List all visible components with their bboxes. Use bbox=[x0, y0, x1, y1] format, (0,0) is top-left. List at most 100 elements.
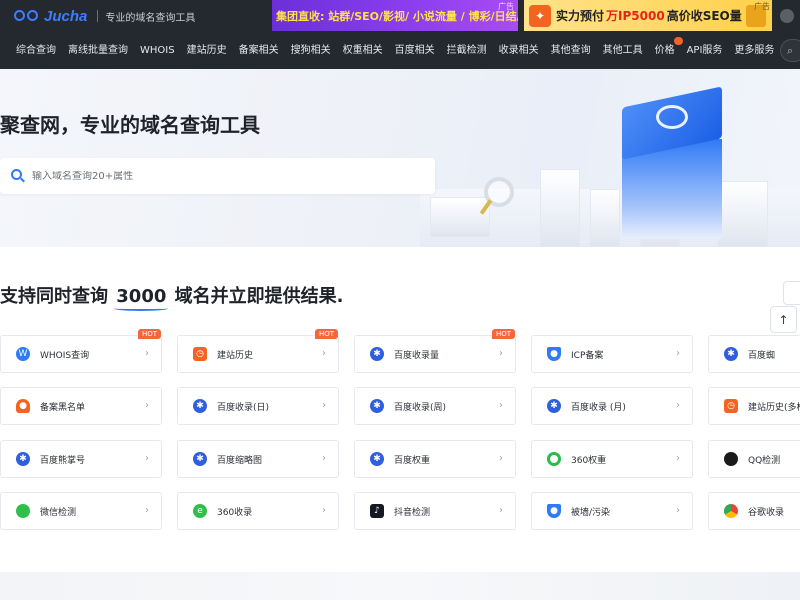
nav-item-other-tools[interactable]: 其他工具 bbox=[597, 32, 649, 69]
baidu-icon: ✱ bbox=[193, 452, 207, 466]
chevron-right-icon: › bbox=[499, 400, 503, 411]
baidu-icon: ✱ bbox=[370, 452, 384, 466]
main-nav: 综合查询 离线批量查询 WHOIS 建站历史 备案相关 搜狗相关 权重相关 百度… bbox=[0, 32, 800, 69]
tool-card-baidu-monthly[interactable]: ✱ 百度收录 (月) › bbox=[531, 387, 693, 425]
nav-item-price[interactable]: 价格 bbox=[649, 32, 683, 69]
blacklist-user-icon: ● bbox=[16, 399, 30, 413]
nav-item-batch-query[interactable]: 离线批量查询 bbox=[62, 32, 134, 69]
tool-card-whois[interactable]: W WHOIS查询 › HOT bbox=[0, 329, 162, 373]
logo[interactable]: Jucha 专业的域名查询工具 bbox=[14, 7, 195, 25]
tool-card-360-weight[interactable]: 360权重 › bbox=[531, 440, 693, 478]
tool-card-icp-blacklist[interactable]: ● 备案黑名单 › bbox=[0, 387, 162, 425]
nav-item-intercept[interactable]: 拦截检测 bbox=[441, 32, 493, 69]
logo-glyph-icon bbox=[656, 105, 688, 129]
slogan-after: 域名并立即提供结果. bbox=[168, 286, 344, 307]
tool-card-baidu-thumbnail[interactable]: ✱ 百度缩略图 › bbox=[177, 440, 339, 478]
tool-card-baidu-weight[interactable]: ✱ 百度权重 › bbox=[354, 440, 516, 478]
hero-banner: 聚查网，专业的域名查询工具 bbox=[0, 69, 800, 247]
chevron-right-icon: › bbox=[676, 348, 680, 359]
tool-card-baidu-spider[interactable]: ✱ 百度蜘 bbox=[708, 335, 800, 373]
logo-divider bbox=[97, 10, 99, 22]
tool-label: WHOIS查询 bbox=[40, 350, 90, 361]
tool-card-douyin-check[interactable]: ♪ 抖音检测 › bbox=[354, 492, 516, 530]
chevron-right-icon: › bbox=[499, 505, 503, 516]
slogan-before: 支持同时查询 bbox=[0, 286, 115, 307]
chevron-right-icon: › bbox=[676, 505, 680, 516]
tool-label: 被墙/污染 bbox=[571, 507, 611, 518]
wechat-icon bbox=[16, 504, 30, 518]
nav-item-comprehensive[interactable]: 综合查询 bbox=[10, 32, 62, 69]
tool-card-wall-check[interactable]: ● 被墙/污染 › bbox=[531, 492, 693, 530]
baidu-icon: ✱ bbox=[547, 399, 561, 413]
icp-shield-icon: ● bbox=[547, 347, 561, 361]
nav-item-api[interactable]: API服务 bbox=[681, 32, 729, 69]
domain-search-input[interactable] bbox=[32, 170, 412, 182]
tool-card-baidu-daily[interactable]: ✱ 百度收录(日) › bbox=[177, 387, 339, 425]
hot-badge: HOT bbox=[137, 329, 161, 339]
tool-card-wechat-check[interactable]: 微信检测 › bbox=[0, 492, 162, 530]
tool-label: 建站历史 bbox=[217, 350, 254, 361]
chevron-right-icon: › bbox=[676, 453, 680, 464]
nav-item-index[interactable]: 收录相关 bbox=[493, 32, 545, 69]
tool-card-history-multi[interactable]: ◷ 建站历史(多标 bbox=[708, 387, 800, 425]
logo-eyes-icon bbox=[14, 7, 40, 25]
360-search-icon: e bbox=[193, 504, 207, 518]
slogan-number: 3000 bbox=[114, 286, 169, 311]
chevron-right-icon: › bbox=[322, 400, 326, 411]
nav-search-icon[interactable]: ⌕ bbox=[780, 39, 800, 62]
nav-item-more[interactable]: 更多服务 bbox=[728, 32, 780, 69]
hot-badge: HOT bbox=[314, 329, 338, 339]
tool-label: 百度收录(日) bbox=[217, 402, 270, 413]
nav-item-icp[interactable]: 备案相关 bbox=[233, 32, 285, 69]
ad-banner-1[interactable]: 集团直收: 站群/SEO/影视/ 小说流量 / 博彩/日结/秒到账 广告 bbox=[272, 0, 518, 31]
tool-card-baidu-index[interactable]: ✱ 百度收录量 › HOT bbox=[354, 329, 516, 373]
nav-item-whois[interactable]: WHOIS bbox=[134, 32, 181, 69]
tool-label: 建站历史(多标 bbox=[748, 402, 800, 413]
scroll-top-button[interactable]: ↑ bbox=[770, 306, 797, 333]
tool-card-qq-check[interactable]: QQ检测 bbox=[708, 440, 800, 478]
tool-card-icp[interactable]: ● ICP备案 › bbox=[531, 335, 693, 373]
nav-item-baidu[interactable]: 百度相关 bbox=[389, 32, 441, 69]
tool-label: 百度蜘 bbox=[748, 350, 776, 361]
nav-item-other-query[interactable]: 其他查询 bbox=[545, 32, 597, 69]
search-icon bbox=[11, 169, 25, 183]
qq-icon bbox=[724, 452, 738, 466]
brand-name: Jucha bbox=[44, 7, 88, 25]
tool-card-google-index[interactable]: 谷歌收录 bbox=[708, 492, 800, 530]
side-float-tab[interactable] bbox=[783, 281, 800, 305]
whois-icon: W bbox=[16, 347, 30, 361]
tool-label: ICP备案 bbox=[571, 350, 604, 361]
ad-banner-2[interactable]: ✦ 实力预付 万IP5000 高价收SEO量 广告 bbox=[524, 0, 772, 31]
hot-badge: HOT bbox=[491, 329, 515, 339]
footer-strip bbox=[0, 572, 800, 600]
arrow-up-icon: ↑ bbox=[778, 312, 789, 327]
chevron-right-icon: › bbox=[145, 505, 149, 516]
brand-slogan: 专业的域名查询工具 bbox=[105, 12, 196, 24]
tool-label: 百度收录量 bbox=[394, 350, 440, 361]
nav-item-site-history[interactable]: 建站历史 bbox=[181, 32, 233, 69]
nav-item-sogou[interactable]: 搜狗相关 bbox=[285, 32, 337, 69]
chrome-icon bbox=[724, 504, 738, 518]
hero-building bbox=[430, 197, 490, 237]
chevron-right-icon: › bbox=[145, 400, 149, 411]
user-icon[interactable] bbox=[780, 9, 794, 23]
tool-card-baidu-xiongzhang[interactable]: ✱ 百度熊掌号 › bbox=[0, 440, 162, 478]
chevron-right-icon: › bbox=[322, 453, 326, 464]
nav-item-weight[interactable]: 权重相关 bbox=[337, 32, 389, 69]
tool-card-baidu-weekly[interactable]: ✱ 百度收录(周) › bbox=[354, 387, 516, 425]
hero-building bbox=[540, 169, 580, 247]
hero-title: 聚查网，专业的域名查询工具 bbox=[0, 113, 260, 137]
tool-card-360-index[interactable]: e 360收录 › bbox=[177, 492, 339, 530]
chevron-right-icon: › bbox=[499, 348, 503, 359]
360-icon bbox=[547, 452, 561, 466]
wall-shield-icon: ● bbox=[547, 504, 561, 518]
search-box[interactable] bbox=[0, 158, 435, 194]
hero-building bbox=[590, 189, 620, 247]
tool-card-site-history[interactable]: ◷ 建站历史 › HOT bbox=[177, 329, 339, 373]
tool-label: 百度熊掌号 bbox=[40, 455, 86, 466]
history-icon: ◷ bbox=[193, 347, 207, 361]
baidu-icon: ✱ bbox=[724, 347, 738, 361]
chevron-right-icon: › bbox=[145, 348, 149, 359]
baidu-icon: ✱ bbox=[370, 399, 384, 413]
ad-banner-2-suffix: 高价收SEO量 bbox=[666, 9, 742, 23]
